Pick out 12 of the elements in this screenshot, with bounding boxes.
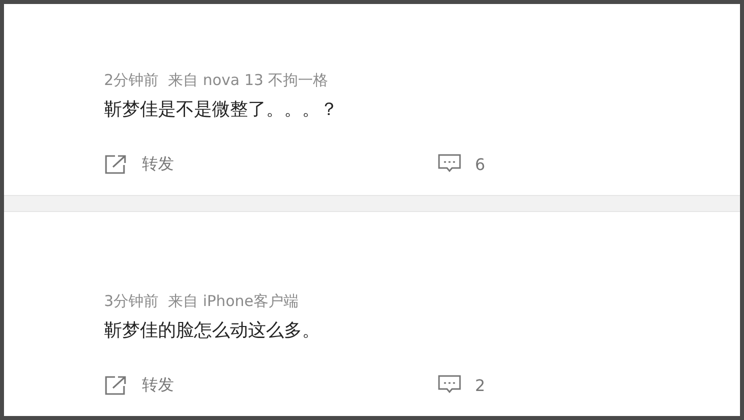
- comment-icon[interactable]: [438, 375, 461, 395]
- post-meta: 2分钟前 来自 nova 13 不拘一格: [104, 70, 330, 90]
- comment-count[interactable]: 2: [475, 376, 486, 394]
- post-text: 靳梦佳是不是微整了。。。？: [104, 98, 339, 122]
- post-meta: 3分钟前 来自 iPhone客户端: [104, 291, 300, 311]
- share-icon[interactable]: [104, 374, 128, 396]
- comment-count[interactable]: 6: [475, 154, 486, 174]
- repost-label[interactable]: 转发: [142, 374, 174, 396]
- repost-label[interactable]: 转发: [142, 154, 174, 174]
- comment-icon[interactable]: [438, 154, 461, 174]
- post-text: 靳梦佳的脸怎么动这么多。: [104, 319, 321, 343]
- share-icon[interactable]: [104, 153, 128, 175]
